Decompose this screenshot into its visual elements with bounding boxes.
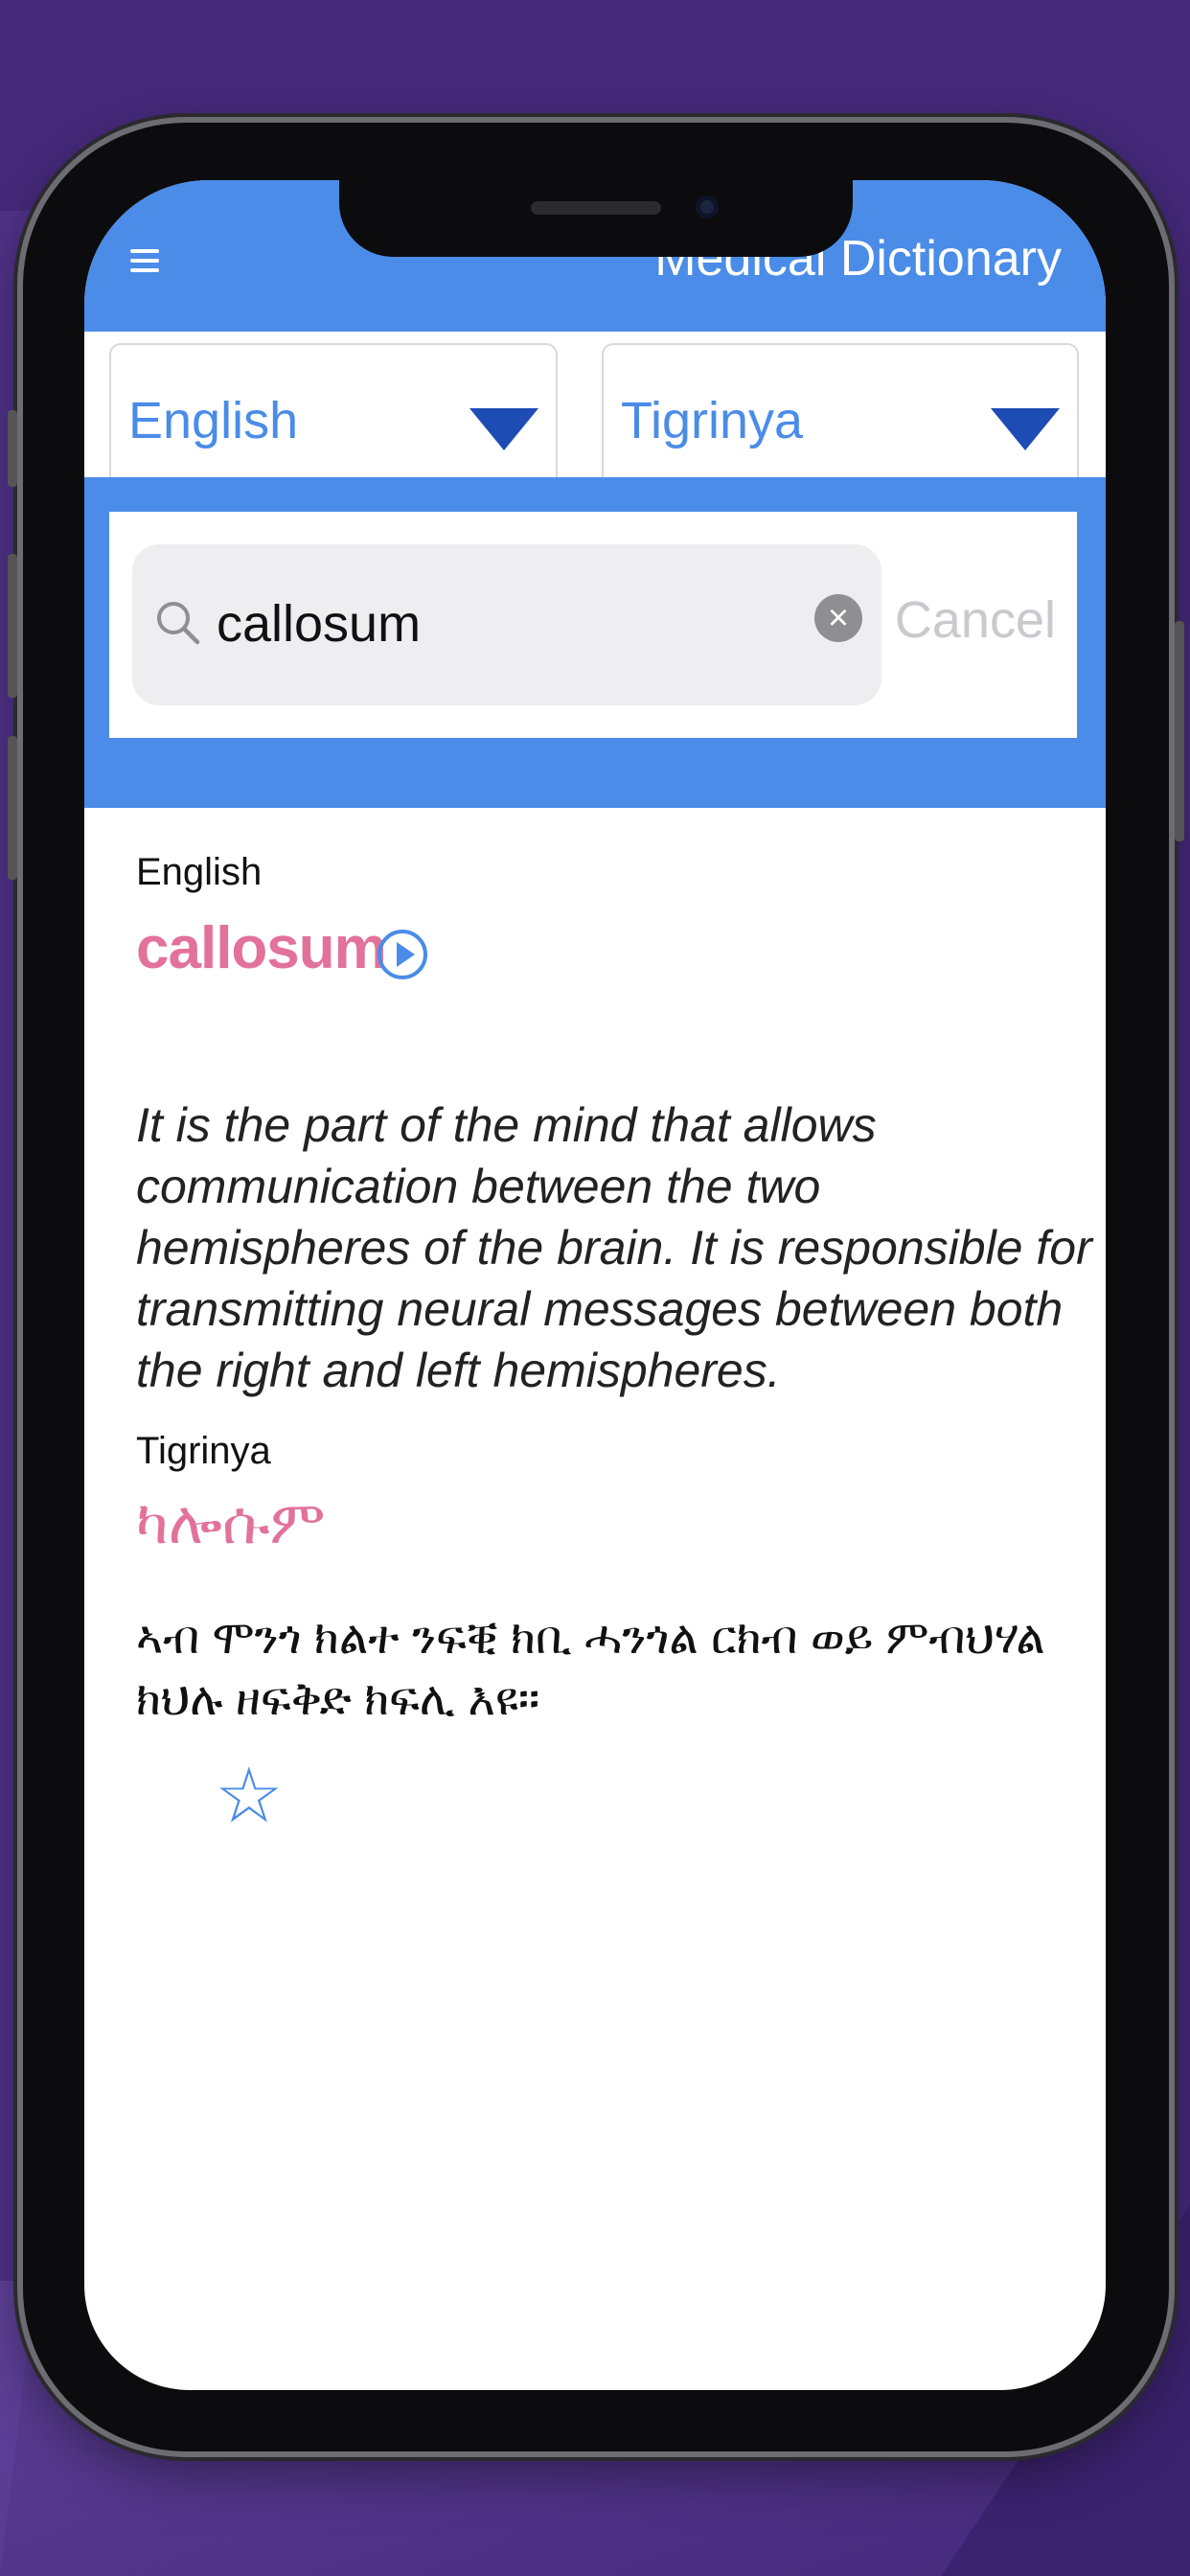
volume-up-button: [8, 554, 17, 698]
star-outline-icon[interactable]: ☆: [215, 1758, 284, 1834]
app-screen: Medical Dictionary English Tigrinya call…: [84, 180, 1106, 2390]
hamburger-menu-icon[interactable]: [130, 249, 159, 272]
search-bar: callosum × Cancel: [109, 512, 1077, 738]
search-icon: [157, 602, 200, 645]
search-bar-container: callosum × Cancel: [84, 477, 1106, 808]
front-camera: [696, 196, 719, 218]
target-language-heading: Tigrinya: [136, 1430, 271, 1472]
cancel-button[interactable]: Cancel: [895, 590, 1056, 650]
notch: [339, 180, 853, 257]
source-language-dropdown[interactable]: English: [109, 343, 558, 489]
triangle-down-icon: [991, 408, 1060, 450]
term-translation: ካሎሱም: [136, 1490, 326, 1556]
target-language-dropdown[interactable]: Tigrinya: [602, 343, 1079, 489]
term-title: callosum: [136, 915, 387, 981]
term-definition: It is the part of the mind that allows c…: [136, 1098, 1092, 1397]
speaker-grille: [531, 201, 661, 215]
volume-down-button: [8, 736, 17, 880]
triangle-down-icon: [469, 408, 538, 450]
source-language-label: English: [128, 392, 299, 449]
mute-switch: [8, 410, 17, 487]
source-language-heading: English: [136, 851, 263, 893]
power-button: [1175, 621, 1184, 841]
clear-x-icon[interactable]: ×: [814, 594, 862, 642]
definition-translation: ኣብ ሞንጎ ክልተ ንፍቒ ክቢ ሓንጎል ርክብ ወይ ምብህሃል ክህሉ …: [136, 1613, 1045, 1725]
play-audio-icon[interactable]: [376, 928, 429, 981]
target-language-label: Tigrinya: [621, 392, 804, 449]
search-input[interactable]: callosum ×: [132, 544, 881, 705]
language-selector-row: English Tigrinya: [84, 332, 1106, 489]
search-query-text: callosum: [217, 595, 422, 653]
